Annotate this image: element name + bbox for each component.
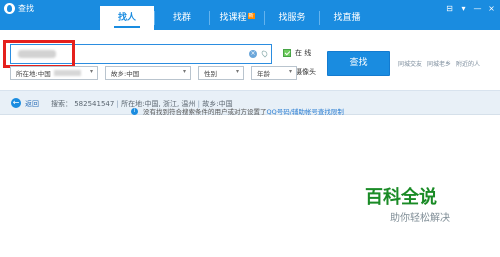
- tab-find-live[interactable]: 找直播: [320, 6, 374, 30]
- tab-find-people[interactable]: 找人: [100, 6, 154, 30]
- tab-find-courses-label: 找课程: [219, 13, 247, 23]
- online-checkbox[interactable]: [283, 49, 291, 57]
- watermark-title: 百科全说: [365, 187, 437, 208]
- title-bar: 查找 找人 找群 找课程新 找服务 找直播 ⊟ ▾ — ×: [0, 0, 500, 30]
- highlight-frame: [3, 40, 75, 68]
- close-icon[interactable]: ×: [487, 4, 496, 13]
- age-select[interactable]: 年龄 ▾: [251, 66, 297, 80]
- minimize-icon[interactable]: —: [473, 4, 482, 13]
- location-select[interactable]: 所在地:中国 ▾: [10, 66, 98, 80]
- quick-links: 同城交友 同城老乡 附近的人: [398, 59, 480, 68]
- menu-icon[interactable]: ▾: [459, 4, 468, 13]
- search-panel: × 在 线 摄像头 查找 同城交友 同城老乡 附近的人 所在地:中国 ▾ 故乡:…: [0, 30, 500, 90]
- new-badge: 新: [247, 13, 255, 19]
- camera-label: 摄像头: [295, 68, 316, 76]
- hometown-select[interactable]: 故乡:中国 ▾: [105, 66, 191, 80]
- qq-logo-icon: [4, 3, 15, 14]
- gender-select[interactable]: 性别 ▾: [198, 66, 244, 80]
- tab-find-services[interactable]: 找服务: [265, 6, 319, 30]
- quick-link-hometown-friends[interactable]: 同城老乡: [427, 59, 451, 68]
- watermark: 百科全说 助你轻松解决: [365, 183, 475, 228]
- hometown-select-label: 故乡:中国: [111, 70, 140, 78]
- age-select-label: 年龄: [257, 70, 270, 78]
- back-link[interactable]: 返回: [25, 99, 39, 109]
- tab-find-groups[interactable]: 找群: [155, 6, 209, 30]
- chevron-down-icon: ▾: [89, 68, 93, 75]
- notice-text: 没有找到符合搜索条件的用户或对方设置了: [143, 108, 267, 116]
- search-button[interactable]: 查找: [327, 51, 390, 76]
- filter-row: 所在地:中国 ▾ 故乡:中国 ▾ 性别 ▾ 年龄 ▾: [10, 66, 297, 80]
- redacted-location: [53, 70, 81, 76]
- info-icon: i: [131, 107, 138, 115]
- window-title: 查找: [18, 4, 34, 13]
- search-number: 搜索： 582541547: [51, 100, 115, 108]
- back-arrow-icon[interactable]: ←: [11, 98, 21, 108]
- restriction-link[interactable]: QQ号码/辅助帐号查找限制: [267, 106, 344, 116]
- chevron-down-icon: ▾: [182, 68, 186, 75]
- pin-icon[interactable]: ⊟: [445, 4, 454, 13]
- tab-find-courses[interactable]: 找课程新: [210, 6, 264, 30]
- gender-select-label: 性别: [204, 70, 217, 78]
- location-select-label: 所在地:中国: [16, 70, 51, 78]
- window-controls: ⊟ ▾ — ×: [445, 4, 496, 13]
- watermark-subtitle: 助你轻松解决: [390, 213, 450, 224]
- online-option[interactable]: 在 线: [283, 48, 311, 58]
- chevron-down-icon: ▾: [235, 68, 239, 75]
- quick-link-city-friends[interactable]: 同城交友: [398, 59, 422, 68]
- empty-result-notice: i 没有找到符合搜索条件的用户或对方设置了 QQ号码/辅助帐号查找限制: [131, 106, 344, 116]
- online-label: 在 线: [295, 49, 312, 57]
- clear-icon[interactable]: ×: [249, 50, 257, 58]
- chevron-down-icon: ▾: [288, 68, 292, 75]
- quick-link-nearby-people[interactable]: 附近的人: [456, 59, 480, 68]
- main-tabs: 找人 找群 找课程新 找服务 找直播: [100, 6, 374, 30]
- location-icon[interactable]: [260, 49, 269, 58]
